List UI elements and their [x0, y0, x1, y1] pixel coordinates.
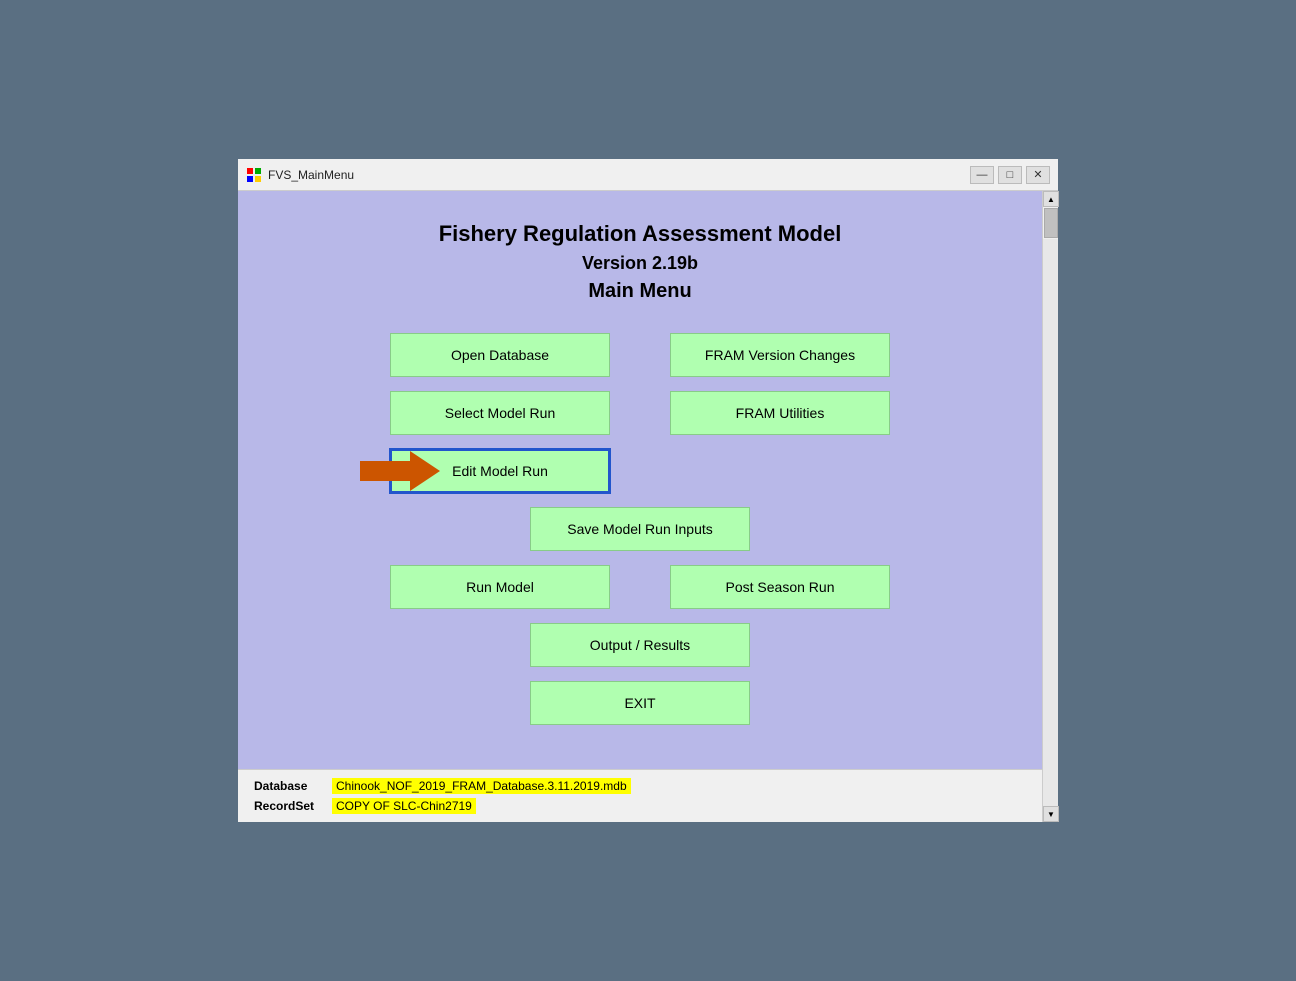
application-window: FVS_MainMenu — □ ✕ Fishery Regulation As… [238, 159, 1058, 822]
button-row-2: Select Model Run FRAM Utilities [278, 391, 1002, 435]
button-row-5: Run Model Post Season Run [278, 565, 1002, 609]
post-season-run-button[interactable]: Post Season Run [670, 565, 890, 609]
scroll-track [1043, 239, 1058, 806]
select-model-run-button[interactable]: Select Model Run [390, 391, 610, 435]
scroll-down-button[interactable]: ▼ [1043, 806, 1059, 822]
database-value: Chinook_NOF_2019_FRAM_Database.3.11.2019… [332, 778, 631, 794]
database-row: Database Chinook_NOF_2019_FRAM_Database.… [254, 778, 1026, 794]
database-label: Database [254, 779, 324, 793]
scroll-content: Fishery Regulation Assessment Model Vers… [238, 191, 1042, 822]
exit-button[interactable]: EXIT [530, 681, 750, 725]
button-row-1: Open Database FRAM Version Changes [278, 333, 1002, 377]
save-model-run-inputs-button[interactable]: Save Model Run Inputs [530, 507, 750, 551]
app-menu-title: Main Menu [588, 280, 691, 303]
button-row-4: Save Model Run Inputs [278, 507, 1002, 551]
vertical-scrollbar: ▲ ▼ [1042, 191, 1058, 822]
scroll-area: Fishery Regulation Assessment Model Vers… [238, 191, 1058, 822]
window-controls: — □ ✕ [970, 166, 1050, 184]
window-title: FVS_MainMenu [268, 168, 970, 182]
minimize-button[interactable]: — [970, 166, 994, 184]
button-row-3: Edit Model Run [278, 449, 1002, 493]
app-title: Fishery Regulation Assessment Model [439, 221, 842, 247]
fram-utilities-button[interactable]: FRAM Utilities [670, 391, 890, 435]
button-grid: Open Database FRAM Version Changes Selec… [278, 333, 1002, 739]
restore-button[interactable]: □ [998, 166, 1022, 184]
scroll-thumb[interactable] [1044, 208, 1058, 238]
recordset-row: RecordSet COPY OF SLC-Chin2719 [254, 798, 1026, 814]
close-button[interactable]: ✕ [1026, 166, 1050, 184]
button-row-6: Output / Results [278, 623, 1002, 667]
desktop: FVS_MainMenu — □ ✕ Fishery Regulation As… [0, 0, 1296, 981]
app-version: Version 2.19b [582, 253, 698, 274]
window-content: Fishery Regulation Assessment Model Vers… [238, 191, 1042, 769]
fram-version-changes-button[interactable]: FRAM Version Changes [670, 333, 890, 377]
run-model-button[interactable]: Run Model [390, 565, 610, 609]
open-database-button[interactable]: Open Database [390, 333, 610, 377]
recordset-value: COPY OF SLC-Chin2719 [332, 798, 476, 814]
status-bar: Database Chinook_NOF_2019_FRAM_Database.… [238, 769, 1042, 822]
app-icon [246, 167, 262, 183]
arrow-indicator [360, 451, 440, 491]
recordset-label: RecordSet [254, 799, 324, 813]
scroll-up-button[interactable]: ▲ [1043, 191, 1059, 207]
window-main: FVS_MainMenu — □ ✕ Fishery Regulation As… [238, 159, 1058, 822]
button-row-7: EXIT [278, 681, 1002, 725]
output-results-button[interactable]: Output / Results [530, 623, 750, 667]
title-bar: FVS_MainMenu — □ ✕ [238, 159, 1058, 191]
